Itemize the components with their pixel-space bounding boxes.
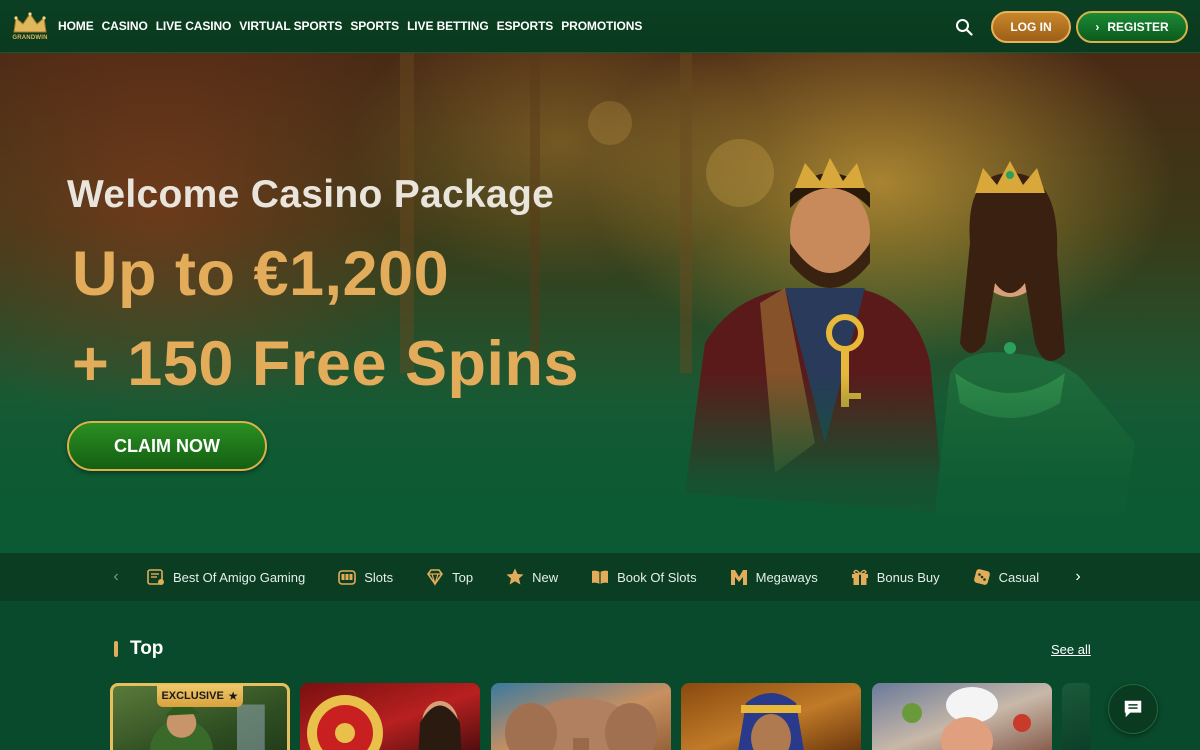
category-list: Best Of Amigo Gaming Slots Top New Book … <box>146 553 1071 601</box>
category-label: Best Of Amigo Gaming <box>173 569 306 585</box>
game-thumbnail <box>902 687 1031 750</box>
site-logo[interactable]: GRANDWIN <box>6 2 54 50</box>
hero-banner: Welcome Casino Package Up to €1,200 + 15… <box>0 53 1200 553</box>
hero-bonus-amount: Up to €1,200 <box>72 239 450 309</box>
category-casual[interactable]: Casual <box>972 567 1039 587</box>
book-icon <box>592 570 609 584</box>
category-label: Book Of Slots <box>617 569 697 585</box>
chevron-right-icon: › <box>1095 19 1100 34</box>
category-label: Casual <box>998 569 1040 585</box>
game-card[interactable] <box>300 683 480 750</box>
see-all-link[interactable]: See all <box>1051 642 1091 657</box>
hero-free-spins: + 150 Free Spins <box>72 329 580 399</box>
category-label: Megaways <box>755 569 818 585</box>
category-bar: ‹ Best Of Amigo Gaming Slots Top New Boo… <box>0 553 1200 601</box>
category-new[interactable]: New <box>505 567 558 587</box>
gift-icon <box>851 569 868 585</box>
game-thumbnail <box>505 698 657 750</box>
crown-icon <box>13 11 47 32</box>
certificate-icon <box>147 569 164 585</box>
nav-promotions[interactable]: PROMOTIONS <box>561 19 642 33</box>
game-card[interactable] <box>491 683 671 750</box>
star-icon <box>506 568 524 585</box>
category-slots[interactable]: Slots <box>337 567 393 587</box>
game-thumbnail <box>307 695 462 750</box>
category-megaways[interactable]: Megaways <box>729 567 818 587</box>
game-card[interactable] <box>1062 683 1090 750</box>
nav-esports[interactable]: ESPORTS <box>497 19 554 33</box>
chevron-left-icon[interactable]: ‹ <box>106 565 126 589</box>
exclusive-badge: EXCLUSIVE ★ <box>157 685 243 707</box>
exclusive-label: EXCLUSIVE <box>161 690 224 702</box>
category-label: Slots <box>364 569 394 585</box>
register-label: REGISTER <box>1107 19 1169 34</box>
section-accent-bar <box>114 641 118 657</box>
chat-bubble-icon <box>1124 700 1142 718</box>
dice-icon <box>973 569 990 585</box>
megaways-m-icon <box>730 570 747 585</box>
game-thumbnail <box>738 693 804 750</box>
nav-live-betting[interactable]: LIVE BETTING <box>407 19 489 33</box>
chevron-right-icon[interactable]: › <box>1068 565 1088 589</box>
register-button[interactable]: › REGISTER <box>1076 10 1188 43</box>
top-navigation-bar: GRANDWIN HOME CASINO LIVE CASINO VIRTUAL… <box>0 0 1200 53</box>
chat-support-button[interactable] <box>1108 684 1158 734</box>
search-icon[interactable] <box>955 18 973 36</box>
login-button[interactable]: LOG IN <box>991 10 1071 43</box>
nav-live-casino[interactable]: LIVE CASINO <box>156 19 232 33</box>
logo-wordmark: GRANDWIN <box>12 34 48 41</box>
category-top[interactable]: Top <box>425 567 473 587</box>
game-card[interactable] <box>681 683 861 750</box>
star-icon: ★ <box>227 689 239 703</box>
nav-casino[interactable]: CASINO <box>102 19 148 33</box>
header-actions: LOG IN › REGISTER <box>955 0 1188 53</box>
nav-home[interactable]: HOME <box>58 19 94 33</box>
section-title-top: Top <box>130 638 164 659</box>
nav-sports[interactable]: SPORTS <box>350 19 399 33</box>
claim-now-button[interactable]: CLAIM NOW <box>67 421 267 471</box>
category-bonus-buy[interactable]: Bonus Buy <box>850 567 940 587</box>
game-card-row <box>110 683 1090 750</box>
main-nav: HOME CASINO LIVE CASINO VIRTUAL SPORTS S… <box>58 19 650 33</box>
category-label: New <box>532 569 559 585</box>
game-card[interactable] <box>872 683 1052 750</box>
slot-machine-icon <box>338 570 357 585</box>
category-best-of-amigo-gaming[interactable]: Best Of Amigo Gaming <box>146 567 305 587</box>
category-book-of-slots[interactable]: Book Of Slots <box>590 567 697 587</box>
diamond-icon <box>427 569 444 587</box>
category-label: Top <box>452 569 474 585</box>
category-label: Bonus Buy <box>876 569 940 585</box>
hero-title: Welcome Casino Package <box>67 173 555 216</box>
nav-virtual-sports[interactable]: VIRTUAL SPORTS <box>239 19 342 33</box>
